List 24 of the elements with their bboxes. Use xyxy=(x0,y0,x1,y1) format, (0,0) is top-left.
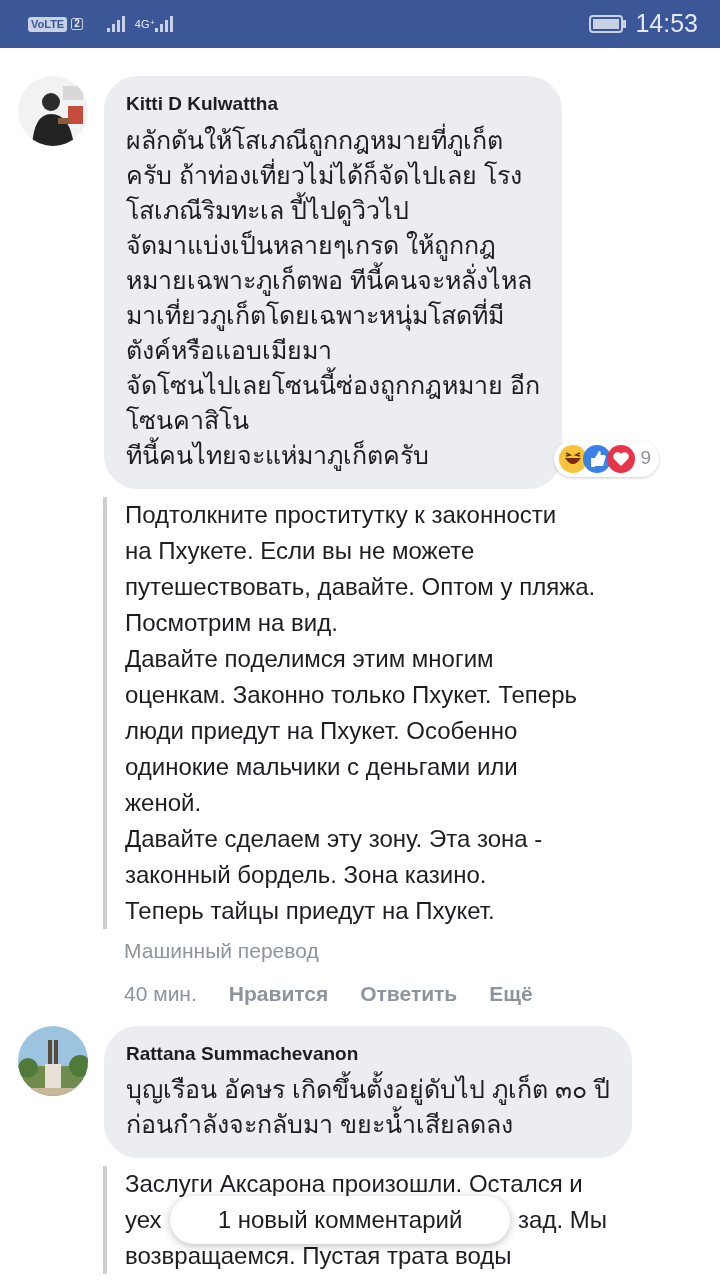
action-link[interactable]: Нравится xyxy=(228,978,329,1010)
clock: 14:53 xyxy=(635,8,698,40)
translation-text: возвращаемся. Пустая трата воды xyxy=(125,1241,513,1271)
author-name[interactable]: Rattana Summachevanon xyxy=(126,1039,610,1068)
action-link[interactable]: Ответить xyxy=(360,978,458,1010)
action-link[interactable]: Ещё xyxy=(489,978,533,1010)
signal-icon xyxy=(155,16,176,32)
translation-text: уех xyxy=(125,1205,162,1235)
reactions-badge[interactable]: 9 xyxy=(554,440,659,477)
volte-badge: VoLTE xyxy=(28,16,68,32)
new-comment-toast[interactable]: 1 новый комментарий xyxy=(170,1196,510,1244)
comment-time: 40 мин. xyxy=(124,981,197,1007)
comment-text: บุญเรือน อัคษร เกิดขึ้นตั้งอยู่ดับไป ภูเก็ต ๓๐ ปี ก่อนกำลังจะกลับมา ขยะน้ำเสียลดลง xyxy=(126,1072,610,1142)
comment-text: ผลักดันให้โสเภณีถูกกฎหมายที่ภูเก็ต ครับ ถ้าท่องเที่ยวไม่ได้ก็จัดไปเลย โรง โสเภณีริมทะเล ปี้ไปดูวิวไป จัดมาแบ่งเป็นหลายๆเกรด ให้ถูกกฎ หมายเฉพาะภูเก็ตพอ ทีนี้คนจะหลั่งไหล มาเที่ยวภูเก็ตโดยเฉพาะหนุ่มโสดที่มี ตังค์หรือแอบเมียมา จัดโซนไปเลยโซนนี้ซ่องถูกกฎหมาย อีก โซนคาสิโน ทีนี้คนไทยจะแห่มาภูเก็ตครับ xyxy=(126,122,540,473)
network-type: 4G⁺ xyxy=(134,16,156,32)
sim-number: 2 xyxy=(71,18,83,30)
translation-text: зад. Мы xyxy=(518,1205,607,1235)
translation-label[interactable]: Машинный перевод xyxy=(124,934,720,966)
translation-text: Заслуги Аксарона произошли. Остался и xyxy=(125,1169,584,1199)
signal-icon xyxy=(106,16,127,32)
reaction-count: 9 xyxy=(640,446,651,471)
translation-text: Подтолкните проститутку к законности на Пхукете. Если вы не можете путешествовать, давайте. Оптом у пляжа. Посмотрим на вид. Давайте поделимся этим многим оценкам. Законно только Пхукет. Теперь люди приедут на Пхукет. Особенно одинокие мальчики с деньгами или женой. Давайте сделаем эту зону. Эта зона - законный бордель. Зона казино. Теперь тайцы приедут на Пхукет. xyxy=(125,499,597,926)
author-name[interactable]: Kitti D Kulwattha xyxy=(126,90,540,119)
battery-icon xyxy=(589,14,628,34)
